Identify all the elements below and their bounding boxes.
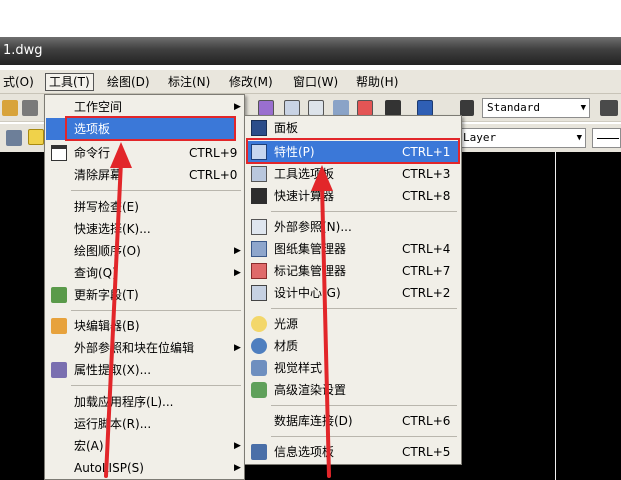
- annotation-arrows: [104, 142, 333, 478]
- annotation-arrow-properties: [311, 165, 333, 478]
- annotation-arrow-palettes: [104, 142, 132, 478]
